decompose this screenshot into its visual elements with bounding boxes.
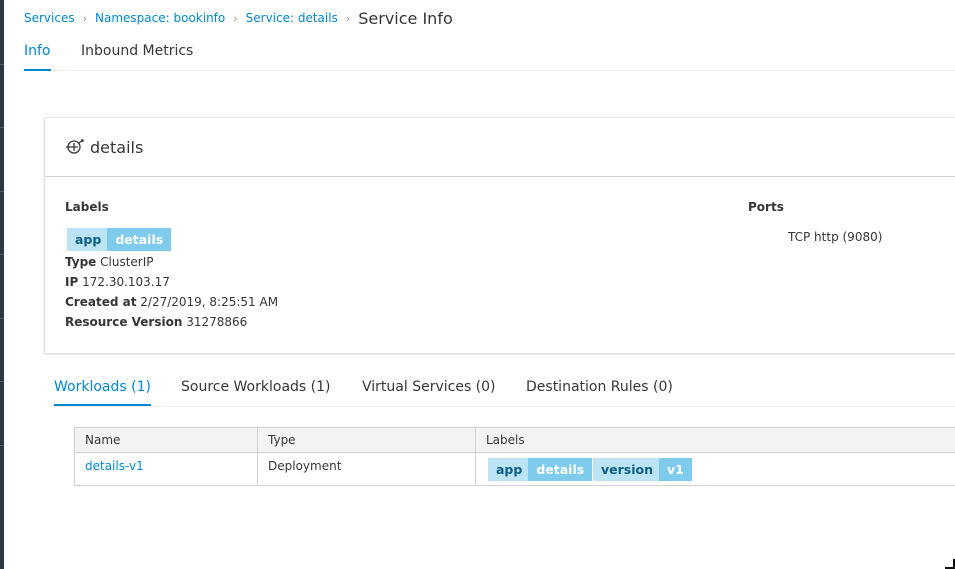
left-nav-bar <box>0 0 4 569</box>
resource-version-label: Resource Version <box>65 315 183 329</box>
tab-virtual-services[interactable]: Virtual Services (0) <box>362 374 496 404</box>
tab-destination-rules[interactable]: Destination Rules (0) <box>526 374 673 404</box>
created-label: Created at <box>65 295 137 309</box>
ports-title: Ports <box>748 200 784 214</box>
service-icon <box>66 139 84 154</box>
breadcrumb-service[interactable]: Service: details <box>246 11 338 25</box>
service-name: details <box>90 138 144 157</box>
detail-tabs: Workloads (1) Source Workloads (1) Virtu… <box>54 374 955 407</box>
type-label: Type <box>65 255 97 269</box>
tab-workloads[interactable]: Workloads (1) <box>54 374 151 406</box>
ports-value: TCP http (9080) <box>788 230 883 244</box>
workload-link[interactable]: details-v1 <box>75 454 257 485</box>
workloads-table: Name Type Labels details-v1 Deployment a… <box>74 427 955 486</box>
label-value: details <box>107 228 172 251</box>
tab-inbound-metrics[interactable]: Inbound Metrics <box>81 40 193 69</box>
breadcrumb-separator: › <box>82 11 88 25</box>
label-value: v1 <box>659 458 692 481</box>
service-card-header: details <box>45 118 955 177</box>
tab-source-workloads[interactable]: Source Workloads (1) <box>181 374 330 404</box>
breadcrumb-separator: › <box>233 11 238 25</box>
resource-version-value: 31278866 <box>186 315 248 329</box>
ip-property: IP 172.30.103.17 <box>65 274 170 290</box>
label-key: version <box>593 458 660 481</box>
resource-version-property: Resource Version 31278866 <box>65 314 247 330</box>
column-header-type[interactable]: Type <box>258 428 476 453</box>
column-header-name[interactable]: Name <box>75 428 257 453</box>
ip-value: 172.30.103.17 <box>82 275 170 289</box>
breadcrumb-separator: › <box>345 11 351 25</box>
type-value: ClusterIP <box>100 255 154 269</box>
breadcrumb-namespace[interactable]: Namespace: bookinfo <box>95 11 225 25</box>
breadcrumb: Services › Namespace: bookinfo › Service… <box>24 8 453 28</box>
page-tabs: Info Inbound Metrics <box>24 40 955 71</box>
service-info-card: details Labels app details Type ClusterI… <box>44 117 955 353</box>
column-header-labels[interactable]: Labels <box>476 428 955 453</box>
page-title: Service Info <box>358 8 453 28</box>
workload-type: Deployment <box>268 459 342 473</box>
labels-title: Labels <box>65 200 109 214</box>
label-value: details <box>528 458 593 481</box>
tab-info[interactable]: Info <box>24 40 51 71</box>
label-key: app <box>488 458 529 481</box>
workload-label-badge: version v1 <box>593 458 692 481</box>
resize-corner-icon <box>945 559 955 569</box>
breadcrumb-services[interactable]: Services <box>24 11 75 25</box>
workload-label-badge: app details <box>488 458 593 481</box>
created-property: Created at 2/27/2019, 8:25:51 AM <box>65 294 278 310</box>
created-value: 2/27/2019, 8:25:51 AM <box>140 295 279 309</box>
ip-label: IP <box>65 275 79 289</box>
label-key: app <box>67 228 108 251</box>
service-label-badge: app details <box>67 228 172 251</box>
type-property: Type ClusterIP <box>65 254 154 270</box>
